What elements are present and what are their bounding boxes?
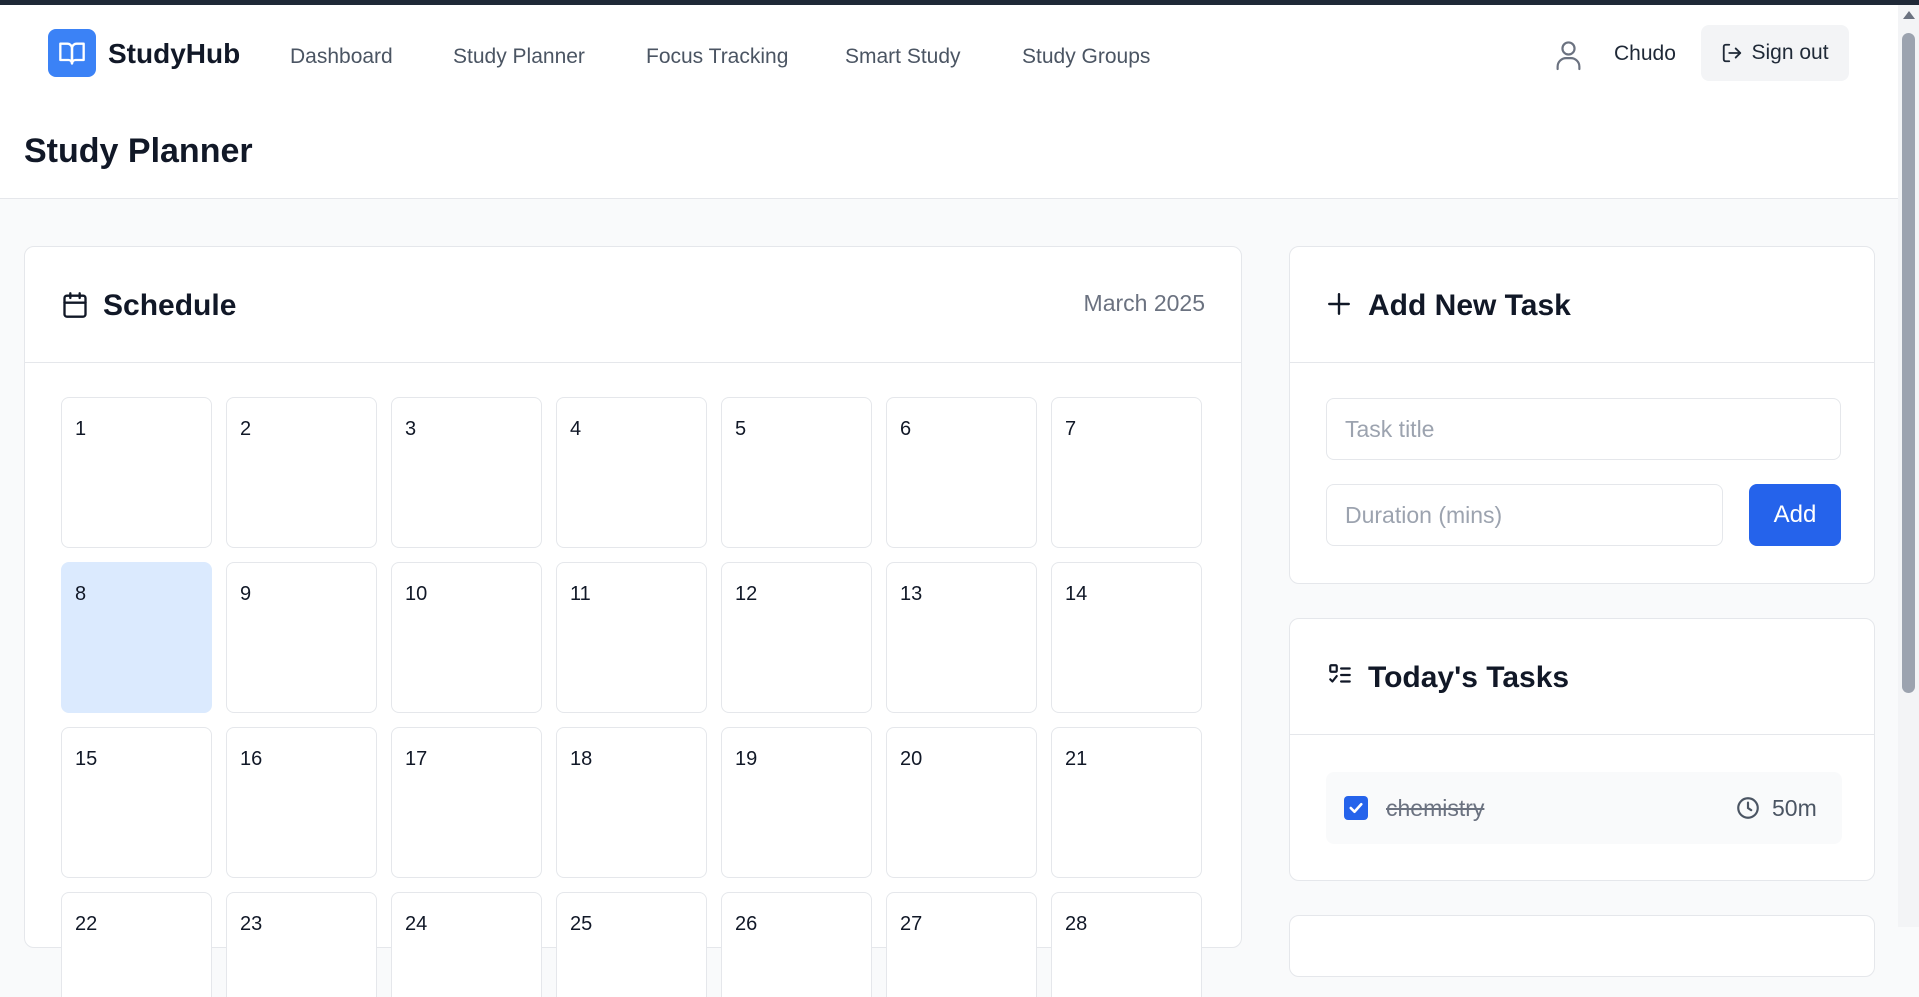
calendar-day-number: 15 (75, 748, 98, 770)
calendar-day-number: 7 (1065, 418, 1077, 440)
plus-icon (1328, 293, 1350, 315)
calendar-day-number: 20 (900, 748, 923, 770)
calendar-day-number: 9 (240, 583, 252, 605)
calendar-day[interactable]: 23 (226, 892, 377, 997)
task-checkbox[interactable] (1344, 796, 1368, 820)
calendar-day[interactable]: 21 (1051, 727, 1202, 878)
calendar-day[interactable]: 2 (226, 397, 377, 548)
schedule-card: Schedule March 2025 1 2 3 4 5 6 7 8 9 10 11 12 13 14 1… (24, 246, 1242, 997)
schedule-card-header: Schedule March 2025 (25, 247, 1241, 363)
sign-out-button[interactable]: Sign out (1701, 25, 1849, 81)
calendar-day-number: 10 (405, 583, 428, 605)
calendar-day[interactable]: 15 (61, 727, 212, 878)
calendar-day-number: 25 (570, 913, 593, 935)
scroll-up-arrow[interactable] (1903, 11, 1915, 19)
calendar-day[interactable]: 4 (556, 397, 707, 548)
page-title: Study Planner (24, 132, 253, 170)
calendar-day[interactable]: 1 (61, 397, 212, 548)
calendar-day-number: 26 (735, 913, 758, 935)
calendar-day[interactable]: 8 (61, 562, 212, 713)
calendar-day-number: 22 (75, 913, 98, 935)
calendar-day-number: 1 (75, 418, 87, 440)
calendar-day[interactable]: 9 (226, 562, 377, 713)
calendar-day[interactable]: 12 (721, 562, 872, 713)
calendar-day[interactable]: 16 (226, 727, 377, 878)
calendar-day[interactable]: 20 (886, 727, 1037, 878)
calendar-day-number: 11 (570, 583, 591, 605)
scrollbar[interactable] (1898, 5, 1919, 927)
month-label: March 2025 (1083, 290, 1205, 316)
calendar-day-number: 16 (240, 748, 263, 770)
calendar-day-number: 4 (570, 418, 582, 440)
calendar-day[interactable]: 28 (1051, 892, 1202, 997)
calendar-day[interactable]: 22 (61, 892, 212, 997)
task-title: chemistry (1386, 795, 1485, 821)
calendar-day[interactable]: 27 (886, 892, 1037, 997)
calendar-day-number: 3 (405, 418, 417, 440)
logo[interactable] (48, 29, 96, 77)
calendar-day-number: 12 (735, 583, 758, 605)
next-card (1289, 915, 1875, 977)
user-icon (1556, 41, 1581, 71)
calendar-day[interactable]: 25 (556, 892, 707, 997)
calendar-day-number: 13 (900, 583, 923, 605)
task-title-input[interactable] (1326, 398, 1841, 460)
calendar-day[interactable]: 13 (886, 562, 1037, 713)
calendar-day-number: 8 (75, 583, 87, 605)
nav-smart-study[interactable]: Smart Study (845, 45, 961, 69)
calendar-day[interactable]: 10 (391, 562, 542, 713)
add-task-card: Add New Task Add (1289, 246, 1875, 584)
nav-study-planner[interactable]: Study Planner (453, 45, 585, 69)
sign-out-label: Sign out (1751, 41, 1829, 64)
todays-tasks-card-header: Today's Tasks (1290, 619, 1874, 735)
calendar-day-number: 14 (1065, 583, 1088, 605)
calendar-day-number: 23 (240, 913, 263, 935)
calendar-grid: 1 2 3 4 5 6 7 8 9 10 11 12 13 14 15 16 17 18 19 20 21 22 23 24 2… (61, 397, 1209, 997)
schedule-title: Schedule (103, 289, 237, 322)
calendar-day-number: 24 (405, 913, 428, 935)
clock-icon (1737, 797, 1759, 819)
calendar-day[interactable]: 14 (1051, 562, 1202, 713)
calendar-icon (63, 292, 87, 318)
calendar-day[interactable]: 24 (391, 892, 542, 997)
calendar-day[interactable]: 19 (721, 727, 872, 878)
calendar-day-number: 18 (570, 748, 593, 770)
calendar-day[interactable]: 7 (1051, 397, 1202, 548)
calendar-day-number: 21 (1065, 748, 1088, 770)
sign-out-icon (1723, 43, 1742, 63)
add-task-card-header: Add New Task (1290, 247, 1874, 363)
calendar-day[interactable]: 26 (721, 892, 872, 997)
book-open-icon (59, 42, 85, 65)
calendar-day-number: 2 (240, 418, 252, 440)
calendar-day[interactable]: 3 (391, 397, 542, 548)
calendar-day-number: 17 (405, 748, 428, 770)
nav-study-groups[interactable]: Study Groups (1022, 45, 1150, 69)
todays-tasks-title: Today's Tasks (1368, 661, 1570, 694)
calendar-day-number: 28 (1065, 913, 1088, 935)
calendar-day[interactable]: 11 (556, 562, 707, 713)
calendar-day[interactable]: 17 (391, 727, 542, 878)
nav-dashboard[interactable]: Dashboard (290, 45, 393, 69)
calendar-day-number: 5 (735, 418, 747, 440)
scroll-thumb[interactable] (1902, 33, 1915, 693)
task-item: chemistry 50m (1326, 772, 1842, 844)
add-task-button[interactable]: Add (1749, 484, 1841, 546)
calendar-day[interactable]: 6 (886, 397, 1037, 548)
calendar-day[interactable]: 18 (556, 727, 707, 878)
nav-focus-tracking[interactable]: Focus Tracking (646, 45, 788, 69)
calendar-day-number: 6 (900, 418, 912, 440)
user-name: Chudo (1614, 42, 1676, 65)
calendar-day-number: 27 (900, 913, 923, 935)
duration-input[interactable] (1326, 484, 1723, 546)
brand-name[interactable]: StudyHub (108, 38, 240, 70)
check-icon (1349, 802, 1363, 814)
todays-tasks-card: Today's Tasks chemistry 50m (1289, 618, 1875, 881)
add-task-title: Add New Task (1368, 289, 1571, 322)
calendar-day-number: 19 (735, 748, 758, 770)
app-header: StudyHub Dashboard Study Planner Focus T… (0, 5, 1898, 199)
list-check-icon (1329, 664, 1351, 683)
calendar-day[interactable]: 5 (721, 397, 872, 548)
task-duration: 50m (1772, 795, 1817, 821)
